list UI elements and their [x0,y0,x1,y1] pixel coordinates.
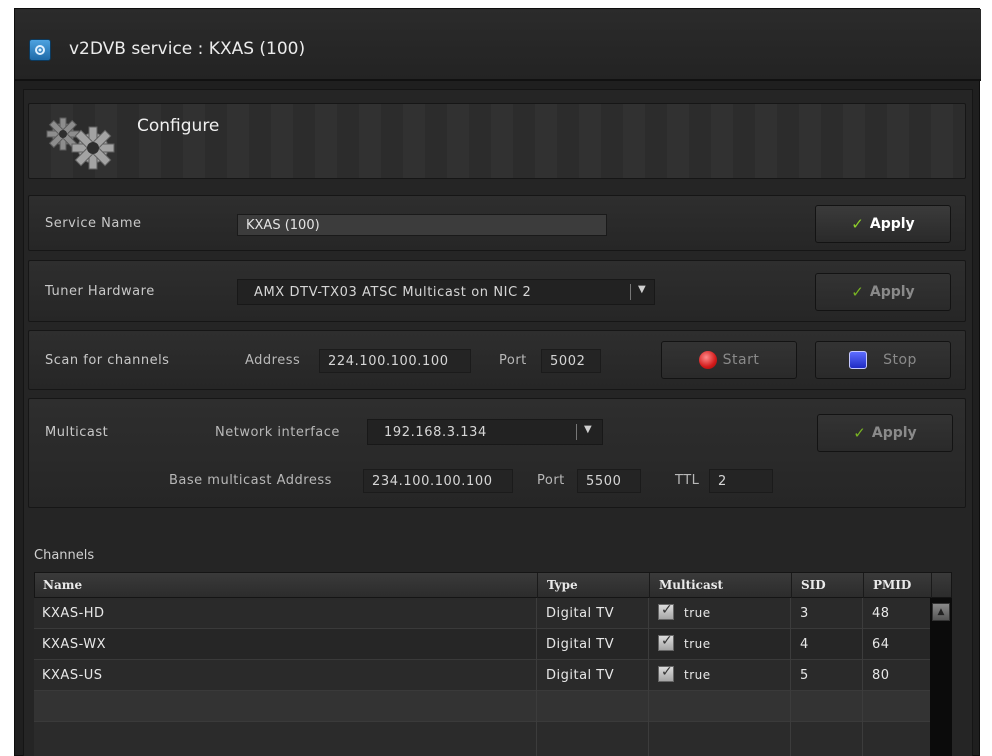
channel-pmid: 48 [872,606,890,621]
channel-name: KXAS-HD [42,606,105,621]
table-row[interactable]: KXAS-WX Digital TV true 4 64 [34,629,930,660]
apply-label: Apply [869,216,915,232]
multicast-value: true [684,606,711,620]
column-divider [790,598,791,756]
table-row[interactable]: KXAS-US Digital TV true 5 80 [34,660,930,691]
table-scrollbar[interactable]: ▲ [930,598,952,756]
channel-type: Digital TV [546,668,615,683]
column-divider [648,598,649,756]
select-divider [630,284,631,300]
scan-address-label: Address [245,353,301,368]
gears-icon [46,117,115,170]
multicast-checkbox[interactable] [658,633,674,651]
app-icon [29,39,51,61]
network-interface-value: 192.168.3.134 [384,425,487,440]
multicast-row: Multicast Network interface 192.168.3.13… [28,398,966,508]
multicast-port-field[interactable]: 5500 [577,469,641,493]
record-icon [698,351,717,369]
empty-row [34,691,930,722]
service-name-apply-button[interactable]: ✓ Apply [815,205,951,243]
column-divider [931,573,932,599]
tuner-hardware-label: Tuner Hardware [45,284,155,299]
table-header: Name Type Multicast SID PMID [34,572,952,599]
network-interface-label: Network interface [215,425,340,440]
column-pmid[interactable]: PMID [873,578,911,592]
tuner-hardware-select[interactable]: AMX DTV-TX03 ATSC Multicast on NIC 2 ▼ [237,279,655,305]
column-divider [537,573,538,599]
channel-name: KXAS-WX [42,637,106,652]
check-icon: ✓ [851,215,864,233]
column-divider [536,598,537,756]
scan-address-field[interactable]: 224.100.100.100 [319,349,471,373]
scan-port-label: Port [499,353,527,368]
scan-channels-row: Scan for channels Address 224.100.100.10… [28,330,966,390]
apply-label: Apply [869,284,915,300]
column-sid[interactable]: SID [801,578,826,592]
ttl-field[interactable]: 2 [709,469,773,493]
chevron-down-icon[interactable]: ▼ [584,424,592,435]
channel-sid: 5 [800,668,809,683]
multicast-value: true [684,668,711,682]
channels-title: Channels [34,548,95,563]
scan-label: Scan for channels [45,353,170,368]
channel-name: KXAS-US [42,668,103,683]
multicast-apply-button[interactable]: ✓ Apply [817,414,953,452]
channels-table: Name Type Multicast SID PMID KXAS-HD Dig… [34,572,952,756]
start-scan-button[interactable]: Start [661,341,797,379]
column-divider [649,573,650,599]
column-name[interactable]: Name [43,578,82,592]
select-divider [576,424,577,440]
stop-label: Stop [883,352,917,368]
start-label: Start [722,352,760,368]
service-name-input[interactable]: KXAS (100) [237,214,607,236]
configure-content: Configure Service Name KXAS (100) ✓ Appl… [23,89,973,756]
multicast-checkbox[interactable] [658,602,674,620]
base-multicast-address-field[interactable]: 234.100.100.100 [363,469,513,493]
service-window: v2DVB service : KXAS (100) Configure Ser… [14,8,981,756]
multicast-label: Multicast [45,425,109,440]
column-divider [863,573,864,599]
service-name-row: Service Name KXAS (100) ✓ Apply [28,195,966,251]
tuner-hardware-value: AMX DTV-TX03 ATSC Multicast on NIC 2 [254,285,532,300]
channel-pmid: 64 [872,637,890,652]
multicast-checkbox[interactable] [658,664,674,682]
column-divider [862,598,863,756]
channel-sid: 3 [800,606,809,621]
window-title: v2DVB service : KXAS (100) [69,39,306,59]
table-row[interactable]: KXAS-HD Digital TV true 3 48 [34,598,930,629]
channel-pmid: 80 [872,668,890,683]
scroll-up-icon[interactable]: ▲ [932,603,950,621]
stop-scan-button[interactable]: Stop [815,341,951,379]
network-interface-select[interactable]: 192.168.3.134 ▼ [367,419,603,445]
chevron-down-icon[interactable]: ▼ [638,284,646,295]
base-multicast-address-label: Base multicast Address [169,473,332,488]
service-name-label: Service Name [45,216,142,231]
tuner-hardware-row: Tuner Hardware AMX DTV-TX03 ATSC Multica… [28,260,966,322]
column-multicast[interactable]: Multicast [659,578,723,592]
multicast-port-label: Port [537,473,565,488]
channel-type: Digital TV [546,637,615,652]
stop-icon [849,351,868,369]
column-type[interactable]: Type [547,578,578,592]
ttl-label: TTL [675,473,700,488]
scan-port-field[interactable]: 5002 [541,349,601,373]
multicast-value: true [684,637,711,651]
empty-row [34,722,930,756]
configure-header: Configure [28,103,966,179]
apply-label: Apply [871,425,917,441]
check-icon: ✓ [853,424,866,442]
check-icon: ✓ [851,283,864,301]
channel-sid: 4 [800,637,809,652]
column-divider [791,573,792,599]
tuner-apply-button[interactable]: ✓ Apply [815,273,951,311]
configure-title: Configure [137,116,220,136]
title-bar: v2DVB service : KXAS (100) [15,9,981,81]
channel-type: Digital TV [546,606,615,621]
